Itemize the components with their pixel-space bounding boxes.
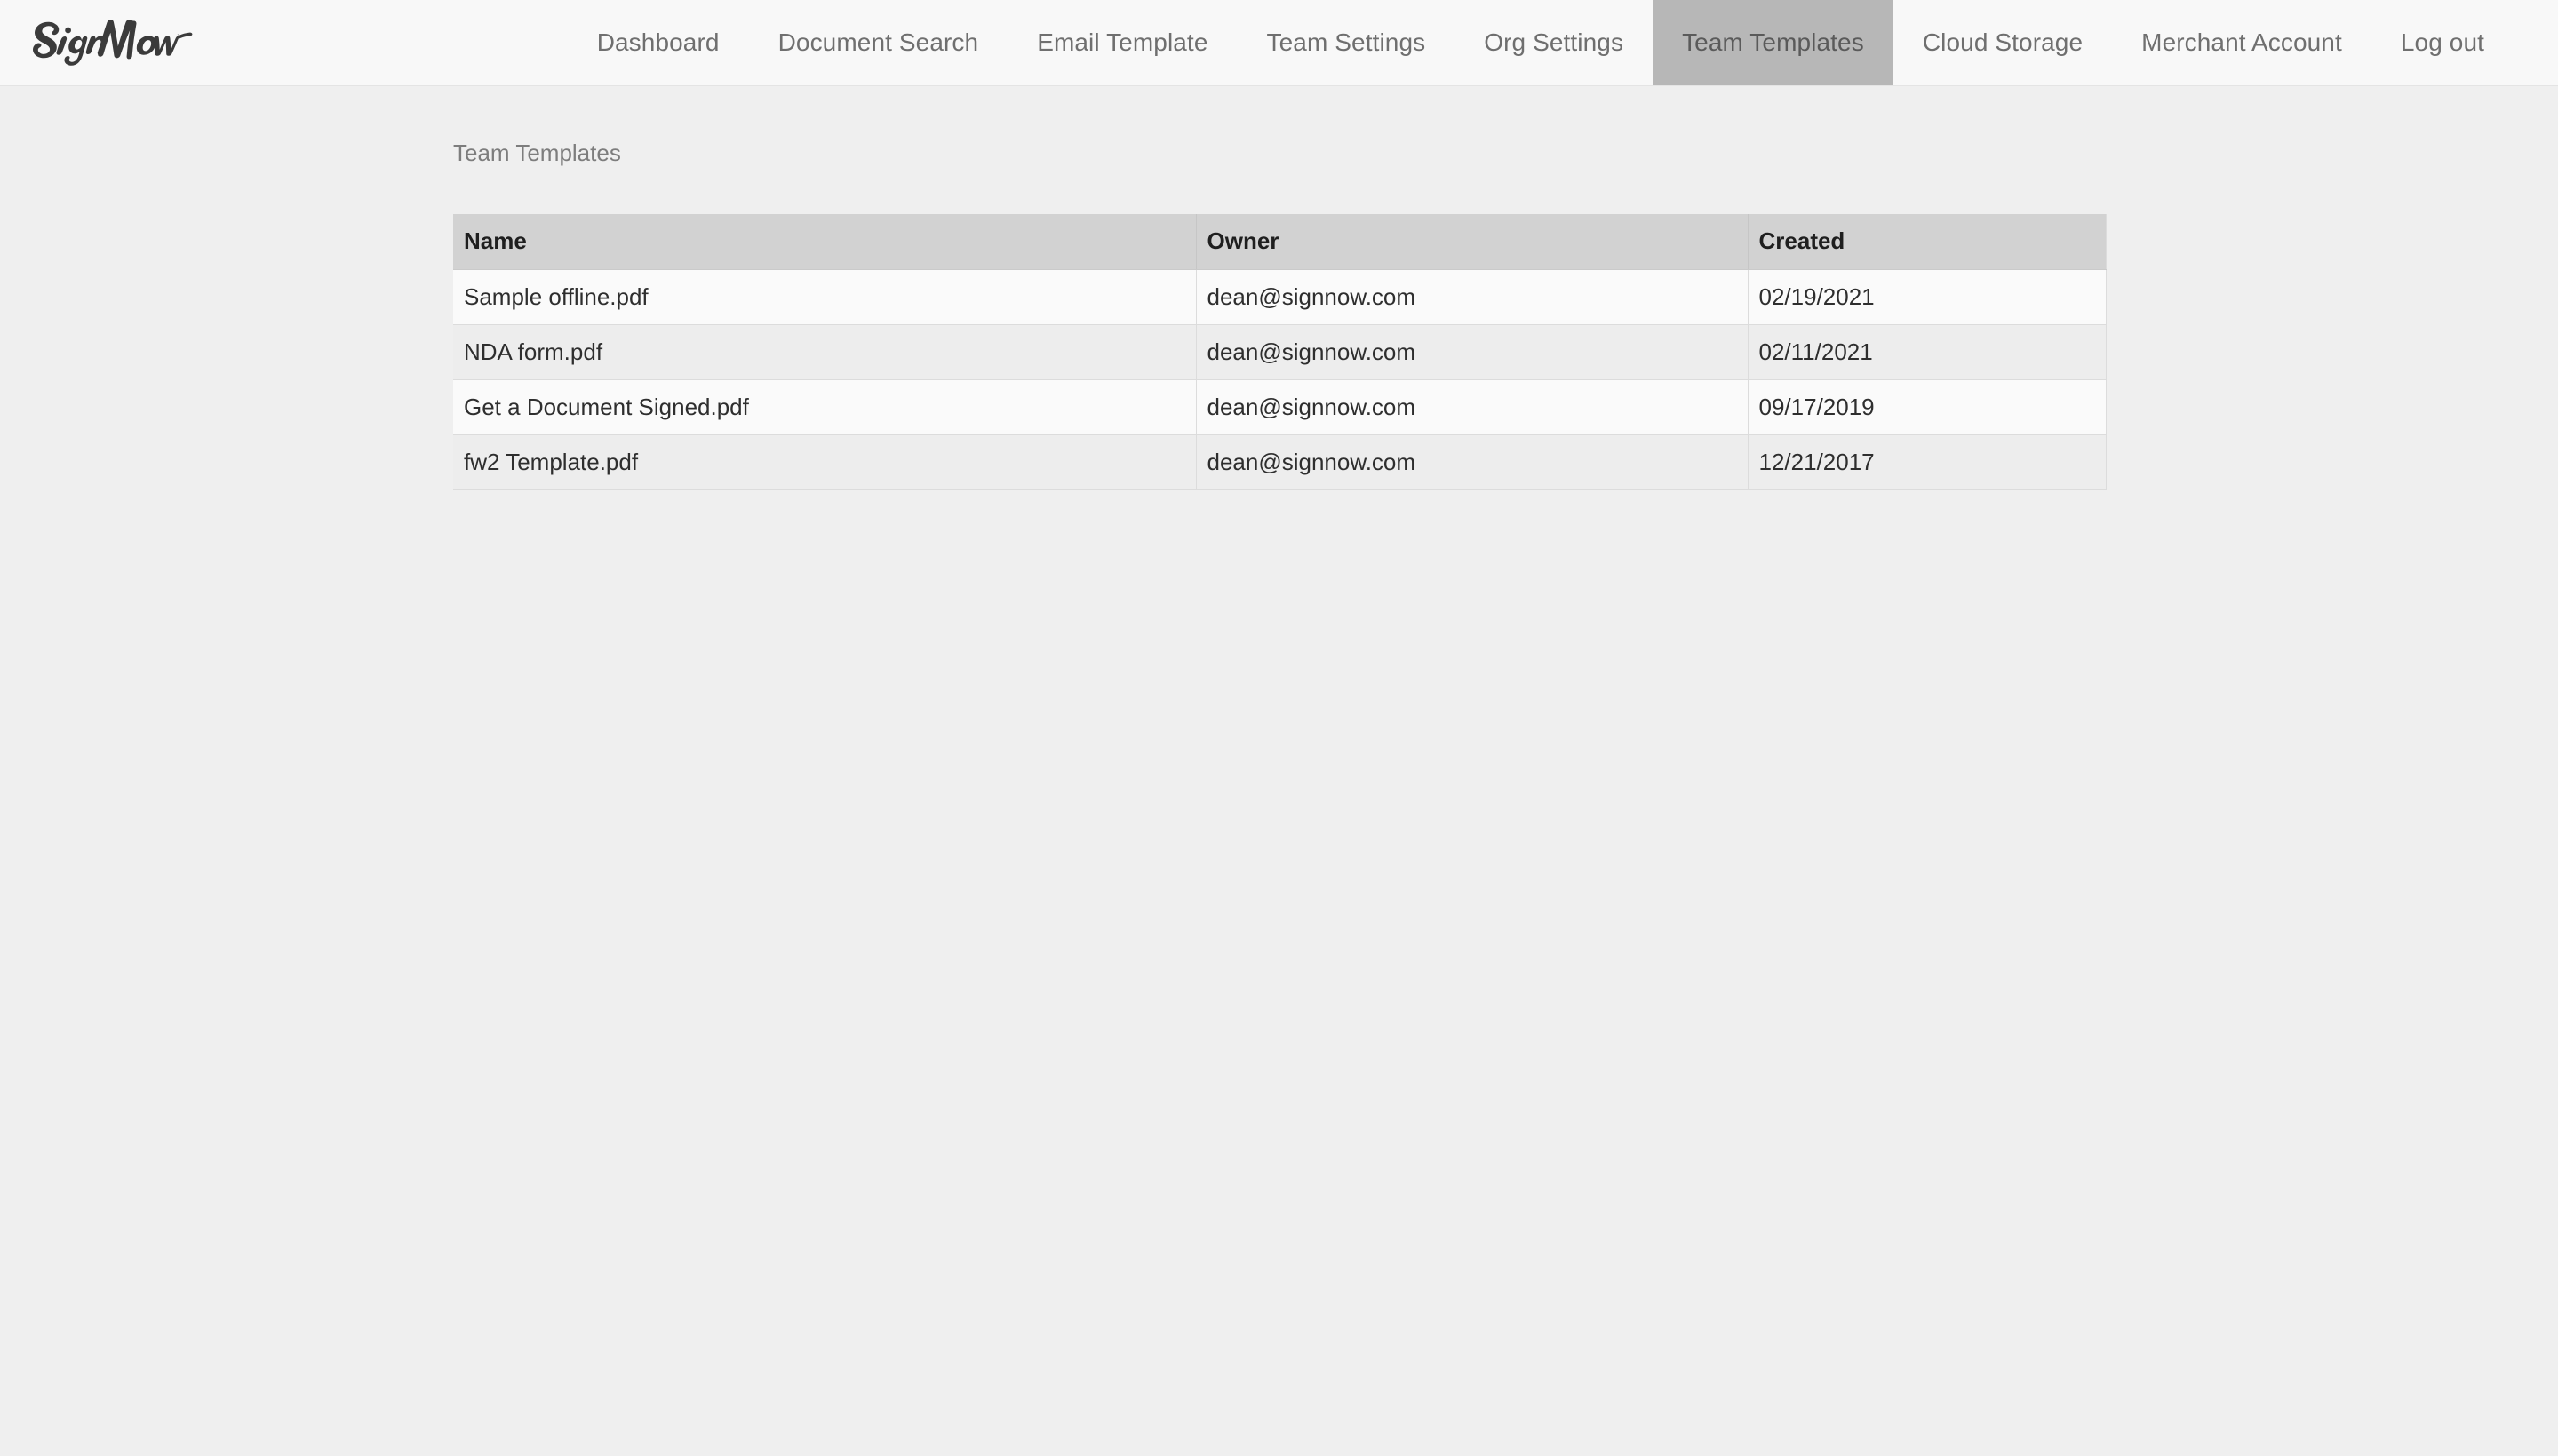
cell-template-owner: dean@signnow.com <box>1196 434 1748 489</box>
column-header-owner[interactable]: Owner <box>1196 214 1748 269</box>
brand-logo-link[interactable] <box>0 0 219 85</box>
page-content: Team Templates Name Owner Created Sample… <box>0 86 2558 490</box>
table-row[interactable]: Sample offline.pdf dean@signnow.com 02/1… <box>453 269 2106 324</box>
signnow-wordmark-logo <box>23 15 201 70</box>
cell-template-created: 02/11/2021 <box>1748 324 2106 379</box>
nav-item-document-search[interactable]: Document Search <box>749 0 1008 85</box>
top-navigation-bar: Dashboard Document Search Email Template… <box>0 0 2558 86</box>
cell-template-name[interactable]: Get a Document Signed.pdf <box>453 379 1196 434</box>
table-header-row: Name Owner Created <box>453 214 2106 269</box>
table-body: Sample offline.pdf dean@signnow.com 02/1… <box>453 269 2106 489</box>
nav-item-email-template[interactable]: Email Template <box>1008 0 1237 85</box>
cell-template-owner: dean@signnow.com <box>1196 269 1748 324</box>
table-row[interactable]: NDA form.pdf dean@signnow.com 02/11/2021 <box>453 324 2106 379</box>
team-templates-table: Name Owner Created Sample offline.pdf de… <box>453 214 2107 490</box>
nav-item-team-templates[interactable]: Team Templates <box>1653 0 1893 85</box>
team-templates-table-container: Name Owner Created Sample offline.pdf de… <box>453 214 2106 490</box>
table-row[interactable]: Get a Document Signed.pdf dean@signnow.c… <box>453 379 2106 434</box>
cell-template-name[interactable]: fw2 Template.pdf <box>453 434 1196 489</box>
cell-template-owner: dean@signnow.com <box>1196 379 1748 434</box>
nav-item-team-settings[interactable]: Team Settings <box>1238 0 1455 85</box>
nav-item-cloud-storage[interactable]: Cloud Storage <box>1893 0 2112 85</box>
table-header: Name Owner Created <box>453 214 2106 269</box>
cell-template-created: 12/21/2017 <box>1748 434 2106 489</box>
navbar-spacer <box>219 0 568 85</box>
column-header-name[interactable]: Name <box>453 214 1196 269</box>
cell-template-owner: dean@signnow.com <box>1196 324 1748 379</box>
navbar-menu: Dashboard Document Search Email Template… <box>568 0 2558 85</box>
cell-template-name[interactable]: Sample offline.pdf <box>453 269 1196 324</box>
page-title: Team Templates <box>453 141 2558 164</box>
nav-item-org-settings[interactable]: Org Settings <box>1454 0 1653 85</box>
cell-template-created: 09/17/2019 <box>1748 379 2106 434</box>
column-header-created[interactable]: Created <box>1748 214 2106 269</box>
table-row[interactable]: fw2 Template.pdf dean@signnow.com 12/21/… <box>453 434 2106 489</box>
nav-item-merchant-account[interactable]: Merchant Account <box>2112 0 2371 85</box>
cell-template-name[interactable]: NDA form.pdf <box>453 324 1196 379</box>
nav-item-log-out[interactable]: Log out <box>2371 0 2514 85</box>
cell-template-created: 02/19/2021 <box>1748 269 2106 324</box>
nav-item-dashboard[interactable]: Dashboard <box>568 0 749 85</box>
